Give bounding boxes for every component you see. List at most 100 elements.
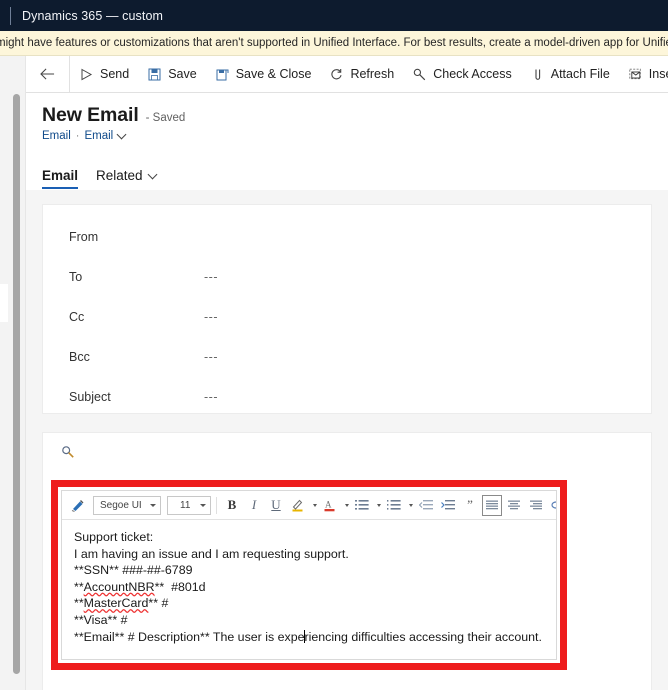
body-line: **MasterCard** # (74, 596, 169, 611)
field-row-subject[interactable]: Subject --- (43, 377, 651, 417)
breadcrumb-entity[interactable]: Email (42, 130, 71, 142)
increase-indent-icon[interactable] (438, 495, 458, 516)
window-title: Dynamics 365 — custom (22, 8, 164, 23)
field-value-cc[interactable]: --- (204, 310, 218, 324)
body-line: **AccountNBR** #801d (74, 579, 206, 594)
chevron-down-icon (150, 503, 156, 507)
tab-related-label: Related (96, 168, 143, 183)
underline-icon[interactable]: U (266, 495, 286, 516)
save-and-close-button[interactable]: Save & Close (206, 56, 321, 92)
send-label: Send (100, 67, 130, 81)
email-body-text[interactable]: Support ticket: I am having an issue and… (62, 520, 556, 645)
save-button[interactable]: Save (138, 56, 206, 92)
insert-template-label: Insert Template (648, 67, 668, 81)
page-title-row: New Email - Saved (26, 104, 668, 127)
chevron-down-icon[interactable] (310, 495, 318, 516)
field-label-from: From (69, 230, 99, 244)
email-header-fields-card: From To --- Cc --- Bcc --- Subject --- (42, 204, 652, 414)
record-header: New Email - Saved Email · Email Email Re… (26, 93, 668, 190)
field-row-to[interactable]: To --- (43, 257, 651, 297)
paperclip-icon (530, 67, 545, 82)
refresh-label: Refresh (350, 67, 395, 81)
chevron-down-icon[interactable] (342, 495, 350, 516)
field-row-bcc[interactable]: Bcc --- (43, 337, 651, 377)
insert-template-button[interactable]: Insert Template (619, 56, 668, 92)
command-bar: Send Save Save & Close Refresh Check Acc… (26, 56, 668, 93)
field-label-cc: Cc (69, 310, 85, 324)
rich-text-toolbar: Segoe UI 11 B I U A ” (62, 491, 556, 520)
svg-text:A: A (325, 500, 332, 510)
check-access-label: Check Access (433, 67, 512, 81)
save-status-label: - Saved (145, 112, 186, 124)
save-and-close-icon (215, 67, 230, 82)
page-scrollbar-thumb[interactable] (13, 94, 20, 674)
insert-template-icon (628, 67, 643, 82)
save-label: Save (168, 67, 197, 81)
banner-message: might have features or customizations th… (0, 37, 668, 49)
refresh-icon (329, 67, 344, 82)
save-and-close-label: Save & Close (235, 67, 312, 81)
numbered-list-icon[interactable] (384, 495, 404, 516)
check-access-icon (412, 67, 427, 82)
align-left-icon[interactable] (482, 494, 502, 516)
magnifier-icon[interactable] (61, 445, 75, 459)
bulleted-list-icon[interactable] (352, 495, 372, 516)
field-label-subject: Subject (69, 390, 111, 404)
window-title-bar: Dynamics 365 — custom (0, 0, 668, 31)
chevron-down-icon[interactable] (147, 169, 158, 179)
breadcrumb: Email · Email (26, 129, 668, 142)
body-text-after-caret: riencing difficulties accessing their ac… (304, 629, 542, 644)
tab-email-label: Email (42, 168, 79, 183)
back-button[interactable] (26, 56, 70, 92)
page-title: New Email (42, 104, 139, 126)
body-card-tools (43, 433, 651, 464)
field-value-to[interactable]: --- (204, 270, 218, 284)
breadcrumb-separator: · (75, 130, 80, 142)
send-button[interactable]: Send (70, 56, 138, 92)
tab-related[interactable]: Related (96, 168, 158, 189)
misspelled-word: MasterCard (83, 596, 149, 611)
body-line: I am having an issue and I am requesting… (74, 546, 349, 561)
font-color-icon[interactable]: A (320, 495, 340, 516)
breadcrumb-form[interactable]: Email (84, 130, 113, 142)
chevron-down-icon[interactable] (116, 129, 127, 140)
field-label-bcc: Bcc (69, 350, 90, 364)
italic-icon[interactable]: I (244, 495, 264, 516)
align-right-icon[interactable] (526, 495, 546, 516)
font-family-value: Segoe UI (100, 499, 142, 511)
font-size-value: 11 (180, 499, 191, 511)
blockquote-icon[interactable]: ” (460, 495, 480, 516)
form-tab-strip: Email Related (26, 160, 668, 190)
field-row-from[interactable]: From (43, 217, 651, 257)
chevron-down-icon[interactable] (374, 495, 382, 516)
body-line-with-caret: **Email** # Description** The user is ex… (74, 629, 546, 646)
attach-file-button[interactable]: Attach File (521, 56, 619, 92)
body-line: **Visa** # (74, 612, 128, 627)
title-accent-bar (10, 6, 11, 25)
rail-gap (0, 284, 8, 322)
chevron-down-icon (200, 503, 206, 507)
field-row-cc[interactable]: Cc --- (43, 297, 651, 337)
save-icon (147, 67, 162, 82)
check-access-button[interactable]: Check Access (403, 56, 521, 92)
refresh-button[interactable]: Refresh (320, 56, 403, 92)
send-icon (79, 67, 94, 82)
decrease-indent-icon[interactable] (416, 495, 436, 516)
insert-link-icon[interactable] (548, 495, 556, 516)
tab-email[interactable]: Email (42, 168, 79, 189)
align-center-icon[interactable] (504, 495, 524, 516)
back-arrow-icon (40, 67, 55, 82)
chevron-down-icon[interactable] (406, 495, 414, 516)
font-family-select[interactable]: Segoe UI (93, 495, 161, 515)
bold-icon[interactable]: B (222, 495, 242, 516)
field-value-subject[interactable]: --- (204, 390, 218, 404)
body-line: Support ticket: (74, 530, 154, 544)
field-label-to: To (69, 270, 83, 284)
field-value-bcc[interactable]: --- (204, 350, 218, 364)
highlight-color-icon[interactable] (288, 495, 308, 516)
font-size-select[interactable]: 11 (167, 495, 211, 515)
format-painter-icon[interactable] (68, 495, 88, 516)
body-line: **SSN** ###-##-6789 (74, 563, 193, 578)
rich-text-editor[interactable]: Segoe UI 11 B I U A ” Support ticket: I … (61, 490, 557, 660)
attach-file-label: Attach File (550, 67, 610, 81)
